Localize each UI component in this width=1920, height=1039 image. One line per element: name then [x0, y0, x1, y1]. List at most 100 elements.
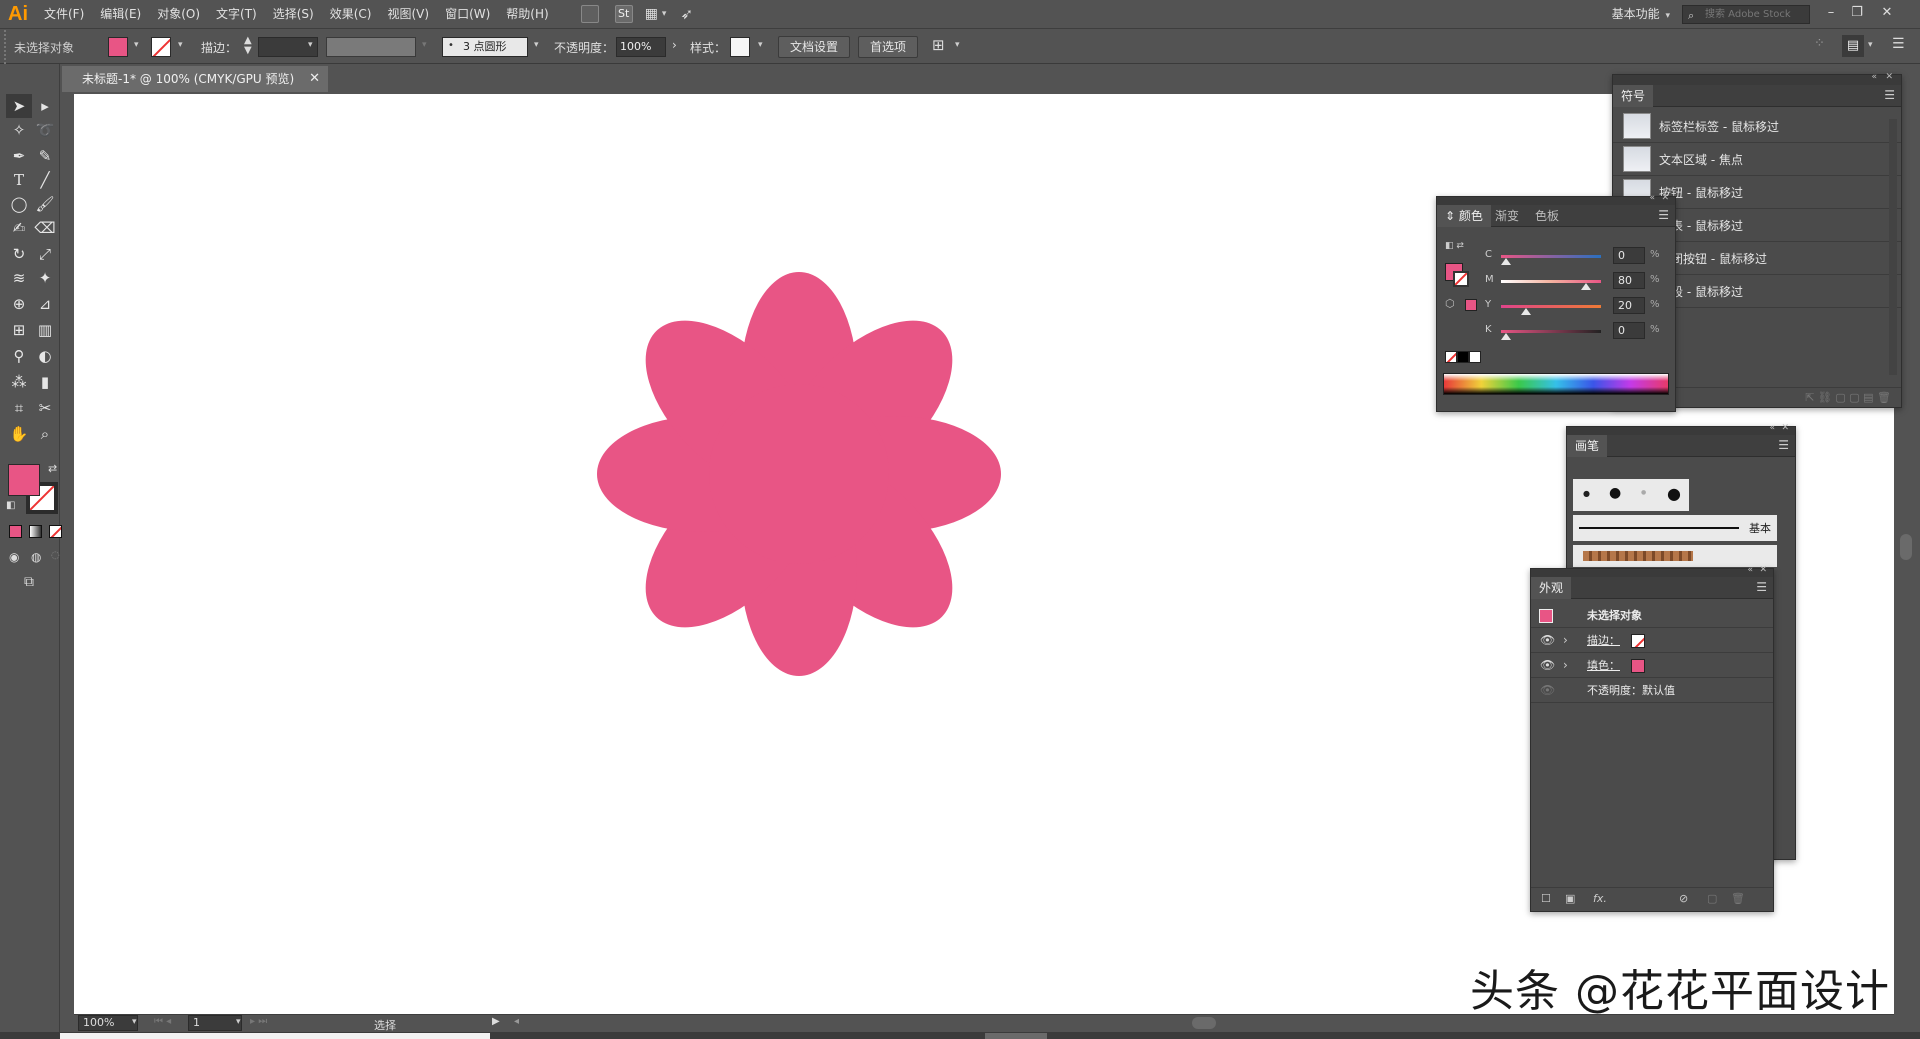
- expand-arrow-icon[interactable]: ›: [1563, 628, 1568, 653]
- channel-y-value[interactable]: 20: [1613, 297, 1645, 314]
- type-tool-icon[interactable]: T: [6, 168, 32, 192]
- menu-type[interactable]: 文字(T): [208, 0, 265, 29]
- channel-k[interactable]: K 0 %: [1485, 322, 1665, 342]
- appearance-opacity-label[interactable]: 不透明度：默认值: [1587, 678, 1675, 703]
- brush-definition[interactable]: 3 点圆形: [442, 37, 528, 57]
- tab-swatches[interactable]: 色板: [1527, 205, 1567, 227]
- panel-toggle-icon[interactable]: ▤: [1842, 35, 1864, 57]
- pen-tool-icon[interactable]: ✒: [6, 144, 32, 168]
- panel-menu-icon[interactable]: ☰: [1778, 438, 1789, 452]
- artboard-number-input[interactable]: 1: [188, 1015, 242, 1031]
- tab-symbols[interactable]: 符号: [1613, 85, 1654, 107]
- stroke-stepper[interactable]: ▲ ▼: [244, 36, 252, 56]
- chevron-down-icon[interactable]: ▾: [236, 1017, 241, 1027]
- appearance-stroke-swatch[interactable]: [1631, 634, 1645, 648]
- align-icon[interactable]: ⊞: [932, 36, 945, 54]
- color-mode-icon[interactable]: [9, 525, 22, 538]
- none-mode-icon[interactable]: [49, 525, 62, 538]
- rotate-tool-icon[interactable]: ↻: [6, 242, 32, 266]
- eraser-tool-icon[interactable]: ⌫: [32, 216, 58, 240]
- tab-appearance[interactable]: 外观: [1531, 577, 1572, 599]
- menu-edit[interactable]: 编辑(E): [92, 0, 149, 29]
- last-artboard-icon[interactable]: ▸ ⏭: [250, 1016, 267, 1027]
- grip-handle[interactable]: [4, 30, 8, 64]
- zoom-input[interactable]: 100%: [78, 1015, 138, 1031]
- mesh-tool-icon[interactable]: ⊞: [6, 318, 32, 342]
- arrange-icon[interactable]: ⁘: [1814, 36, 1825, 51]
- brush-dot-medium[interactable]: ●: [1609, 485, 1621, 501]
- tab-gradient[interactable]: 渐变: [1487, 205, 1527, 227]
- status-menu-icon[interactable]: ▶: [492, 1016, 500, 1027]
- add-stroke-icon[interactable]: ☐: [1541, 892, 1551, 905]
- symbol-item[interactable]: 标签栏标签 - 鼠标移过: [1613, 110, 1901, 143]
- close-window-button[interactable]: ✕: [1876, 3, 1898, 23]
- appearance-stroke-label[interactable]: 描边：: [1587, 628, 1620, 653]
- workspace-switcher[interactable]: 基本功能 ▾: [1612, 5, 1670, 22]
- lasso-tool-icon[interactable]: ➰: [32, 118, 58, 142]
- scale-tool-icon[interactable]: ⤢: [32, 242, 58, 266]
- visibility-eye-icon[interactable]: 👁: [1540, 678, 1555, 703]
- flower-shape[interactable]: [597, 272, 1001, 676]
- menu-window[interactable]: 窗口(W): [437, 0, 498, 29]
- tab-brushes[interactable]: 画笔: [1567, 435, 1608, 457]
- symbols-scrollbar[interactable]: [1889, 119, 1897, 375]
- stock-search-input[interactable]: ⌕ 搜索 Adobe Stock: [1682, 5, 1810, 24]
- variable-width-profile[interactable]: [326, 37, 416, 57]
- gradient-mode-icon[interactable]: [29, 525, 42, 538]
- fill-swatch[interactable]: [108, 37, 128, 57]
- channel-y-thumb[interactable]: [1521, 308, 1531, 315]
- stroke-dropdown-icon[interactable]: ▾: [178, 40, 183, 50]
- first-artboard-icon[interactable]: ⏮ ◂: [154, 1016, 171, 1027]
- appearance-fill-swatch[interactable]: [1631, 659, 1645, 673]
- channel-m-thumb[interactable]: [1581, 283, 1591, 290]
- menu-view[interactable]: 视图(V): [379, 0, 437, 29]
- shaper-tool-icon[interactable]: ✍: [6, 216, 32, 240]
- bridge-icon[interactable]: [580, 5, 599, 23]
- hand-tool-icon[interactable]: ✋: [6, 422, 32, 446]
- channel-k-track[interactable]: [1501, 330, 1601, 333]
- panel-menu-icon[interactable]: ☰: [1658, 208, 1669, 222]
- line-tool-icon[interactable]: ╱: [32, 168, 58, 192]
- menu-object[interactable]: 对象(O): [149, 0, 208, 29]
- selection-tool-icon[interactable]: ➤: [6, 94, 32, 118]
- color-spectrum[interactable]: [1443, 373, 1669, 395]
- draw-behind-icon[interactable]: ◍: [31, 550, 41, 564]
- blend-tool-icon[interactable]: ◐: [32, 344, 58, 368]
- appearance-stroke-row[interactable]: 👁 › 描边：: [1531, 628, 1773, 653]
- none-color-chip[interactable]: [1445, 351, 1457, 363]
- channel-m-value[interactable]: 80: [1613, 272, 1645, 289]
- tab-color[interactable]: ⇕ 颜色: [1437, 205, 1491, 227]
- visibility-eye-icon[interactable]: 👁: [1540, 653, 1555, 678]
- document-setup-button[interactable]: 文档设置: [778, 36, 850, 58]
- style-swatch[interactable]: [730, 37, 750, 57]
- artboard-tool-icon[interactable]: ⌗: [6, 396, 32, 420]
- menu-help[interactable]: 帮助(H): [498, 0, 556, 29]
- channel-c-value[interactable]: 0: [1613, 247, 1645, 264]
- menu-select[interactable]: 选择(S): [265, 0, 322, 29]
- chevron-down-icon[interactable]: ▾: [132, 1017, 137, 1027]
- direct-selection-tool-icon[interactable]: ▸: [32, 94, 58, 118]
- appearance-fill-label[interactable]: 填色：: [1587, 653, 1620, 678]
- visibility-eye-icon[interactable]: 👁: [1540, 628, 1555, 653]
- brush-presets[interactable]: ● ● ● ●: [1573, 479, 1689, 511]
- delete-item-icon[interactable]: 🗑: [1731, 892, 1745, 905]
- fill-color-front[interactable]: [8, 464, 40, 496]
- horizontal-scrollbar-thumb[interactable]: [1192, 1017, 1216, 1029]
- fx-button[interactable]: fx.: [1593, 892, 1607, 905]
- white-color-chip[interactable]: [1469, 351, 1481, 363]
- ellipse-tool-icon[interactable]: ◯: [6, 192, 32, 216]
- send-icon[interactable]: ➶: [680, 5, 693, 23]
- perspective-grid-tool-icon[interactable]: ⊿: [32, 292, 58, 316]
- opacity-input[interactable]: 100%: [616, 37, 666, 57]
- draw-inside-icon[interactable]: ◌: [51, 550, 60, 561]
- appearance-header-row[interactable]: 未选择对象: [1531, 603, 1773, 628]
- minimize-button[interactable]: –: [1820, 3, 1842, 23]
- panel-menu-icon[interactable]: ☰: [1756, 580, 1767, 594]
- zoom-tool-icon[interactable]: ⌕: [32, 422, 58, 446]
- chevron-right-icon[interactable]: ›: [672, 38, 677, 52]
- appearance-opacity-row[interactable]: 👁 不透明度：默认值: [1531, 678, 1773, 703]
- gradient-tool-icon[interactable]: ▥: [32, 318, 58, 342]
- screen-mode-icon[interactable]: ⧉: [24, 574, 34, 590]
- brush-dot-soft[interactable]: ●: [1641, 489, 1646, 496]
- magic-wand-tool-icon[interactable]: ✧: [6, 118, 32, 142]
